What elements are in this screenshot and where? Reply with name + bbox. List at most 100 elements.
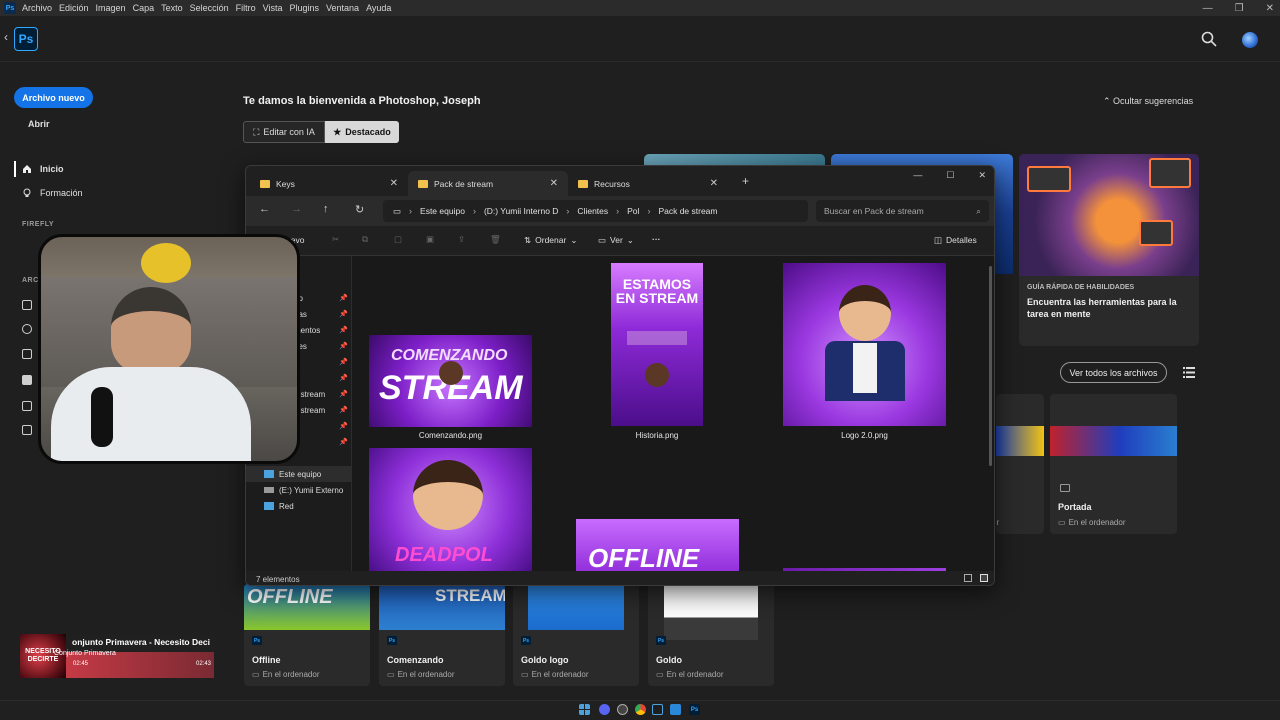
menu-vista[interactable]: Vista: [263, 3, 283, 13]
menu-bar: Ps Archivo Edición Imagen Capa Texto Sel…: [0, 0, 1280, 16]
menu-ayuda[interactable]: Ayuda: [366, 3, 391, 13]
tab-featured[interactable]: ★ Destacado: [325, 121, 399, 143]
breadcrumb[interactable]: ▭ › Este equipo › (D:) Yumii Interno D ›…: [383, 200, 808, 222]
file-card[interactable]: Portada ▭ En el ordenador: [1050, 394, 1177, 534]
menu-ventana[interactable]: Ventana: [326, 3, 359, 13]
share-icon[interactable]: ⇪: [458, 234, 465, 245]
photoshop-taskbar-icon[interactable]: Ps: [689, 704, 700, 715]
file-card[interactable]: OFFLINE Ps Offline ▭ En el ordenador: [244, 584, 370, 686]
file-thumbnail[interactable]: [783, 263, 946, 426]
rename-icon[interactable]: ▣: [426, 234, 434, 245]
sidebar-item-learn[interactable]: Formación: [22, 185, 83, 201]
refresh-icon[interactable]: ↻: [355, 203, 364, 216]
file-thumbnail[interactable]: OFFLINE: [576, 519, 739, 571]
chevron-down-icon: ⌄: [570, 235, 578, 245]
trash-icon[interactable]: [22, 425, 32, 435]
more-options-icon[interactable]: ···: [652, 234, 661, 244]
details-view-icon[interactable]: [964, 574, 972, 582]
menu-texto[interactable]: Texto: [161, 3, 183, 13]
scrollbar[interactable]: [989, 266, 992, 466]
file-icon[interactable]: [22, 300, 32, 310]
file-name: Goldo logo: [521, 655, 569, 665]
adobe-stock-icon[interactable]: [22, 375, 32, 385]
photoshop-small-icon: Ps: [4, 2, 16, 14]
photoshop-logo[interactable]: Ps: [14, 27, 38, 51]
breadcrumb-item[interactable]: Este equipo: [420, 206, 465, 216]
details-button[interactable]: ◫ Detalles: [934, 235, 977, 246]
menu-plugins[interactable]: Plugins: [290, 3, 320, 13]
tab-recursos[interactable]: Recursos ✕: [568, 171, 728, 196]
back-arrow-icon[interactable]: ←: [259, 203, 270, 215]
minimize-button[interactable]: —: [1203, 3, 1213, 14]
delete-icon[interactable]: 🗑: [490, 234, 501, 245]
breadcrumb-item[interactable]: Pack de stream: [658, 206, 717, 216]
menu-filtro[interactable]: Filtro: [236, 3, 256, 13]
explorer-search-input[interactable]: Buscar en Pack de stream ⌕: [816, 200, 989, 222]
copy-icon[interactable]: ⧉: [362, 234, 368, 245]
menu-edicion[interactable]: Edición: [59, 3, 89, 13]
file-name[interactable]: Comenzando.png: [369, 431, 532, 440]
maximize-button[interactable]: ☐: [946, 170, 954, 181]
media-widget[interactable]: NECESITO DECIRTE onjunto Primavera - Nec…: [20, 634, 214, 678]
explorer-app-icon[interactable]: [652, 704, 663, 715]
tab-edit-with-ai[interactable]: ⛶ Editar con IA: [243, 121, 325, 143]
open-button[interactable]: Abrir: [28, 119, 50, 129]
sidebar-item-home[interactable]: Inicio: [22, 161, 64, 177]
view-all-files-button[interactable]: Ver todos los archivos: [1060, 362, 1167, 383]
forward-arrow-icon[interactable]: →: [291, 203, 302, 215]
sort-button[interactable]: ⇅ Ordenar ⌄: [524, 235, 577, 246]
menu-archivo[interactable]: Archivo: [22, 3, 52, 13]
breadcrumb-item[interactable]: Clientes: [577, 206, 608, 216]
file-name[interactable]: Logo 2.0.png: [783, 431, 946, 440]
minimize-button[interactable]: —: [913, 170, 922, 181]
new-tab-button[interactable]: +: [742, 174, 749, 188]
file-card[interactable]: or: [996, 394, 1044, 534]
up-arrow-icon[interactable]: ↑: [323, 203, 329, 215]
discord-icon[interactable]: [599, 704, 610, 715]
hide-suggestions-button[interactable]: ⌃ Ocultar sugerencias: [1103, 96, 1193, 107]
maximize-button[interactable]: ❐: [1235, 3, 1244, 14]
item-count: 7 elementos: [256, 574, 300, 584]
new-file-button[interactable]: Archivo nuevo: [14, 87, 93, 108]
breadcrumb-item[interactable]: Pol: [627, 206, 639, 216]
close-tab-icon[interactable]: ✕: [550, 178, 558, 189]
nav-item-network[interactable]: Red: [246, 498, 352, 514]
ui-panel-graphic: [1139, 220, 1173, 246]
list-view-icon[interactable]: [1183, 367, 1195, 378]
user-avatar[interactable]: [1242, 32, 1258, 48]
library-icon[interactable]: [22, 349, 32, 359]
view-button[interactable]: ▭ Ver ⌄: [598, 235, 634, 246]
menu-capa[interactable]: Capa: [133, 3, 155, 13]
windows-start-icon[interactable]: [579, 704, 590, 715]
sparkle-icon: ⛶: [253, 126, 260, 137]
close-tab-icon[interactable]: ✕: [390, 178, 398, 189]
app-icon[interactable]: [670, 704, 681, 715]
skills-guide-card[interactable]: GUÍA RÁPIDA DE HABILIDADES Encuentra las…: [1019, 154, 1199, 346]
nav-item-external-drive[interactable]: (E:) Yumii Externo: [246, 482, 352, 498]
lightroom-icon[interactable]: [22, 401, 32, 411]
menu-imagen[interactable]: Imagen: [96, 3, 126, 13]
cut-icon[interactable]: ✂: [332, 234, 339, 245]
paste-icon[interactable]: ▢: [394, 234, 402, 245]
file-name[interactable]: Historia.png: [611, 431, 703, 440]
file-thumbnail[interactable]: ESTAMOS EN STREAM: [611, 263, 703, 426]
close-tab-icon[interactable]: ✕: [710, 178, 718, 189]
file-card[interactable]: Ps Goldo logo ▭ En el ordenador: [513, 584, 639, 686]
file-thumbnail[interactable]: DEADPOL: [369, 448, 532, 571]
close-button[interactable]: ✕: [1266, 3, 1274, 14]
tab-keys[interactable]: Keys ✕: [250, 171, 408, 196]
file-thumbnail[interactable]: COMENZANDO STREAM: [369, 335, 532, 427]
chrome-icon[interactable]: [635, 704, 646, 715]
breadcrumb-item[interactable]: (D:) Yumii Interno D: [484, 206, 558, 216]
obs-icon[interactable]: [617, 704, 628, 715]
file-card[interactable]: STREAM Ps Comenzando ▭ En el ordenador: [379, 584, 505, 686]
shared-icon[interactable]: [22, 324, 32, 334]
nav-item-this-pc[interactable]: Este equipo: [246, 466, 352, 482]
file-card[interactable]: Ps Goldo ▭ En el ordenador: [648, 584, 774, 686]
search-icon[interactable]: [1201, 31, 1217, 47]
tab-pack-de-stream[interactable]: Pack de stream ✕: [408, 171, 568, 196]
back-chevron-icon[interactable]: ‹: [4, 30, 8, 44]
close-button[interactable]: ✕: [978, 170, 986, 181]
menu-seleccion[interactable]: Selección: [190, 3, 229, 13]
thumbnails-view-icon[interactable]: [980, 574, 988, 582]
